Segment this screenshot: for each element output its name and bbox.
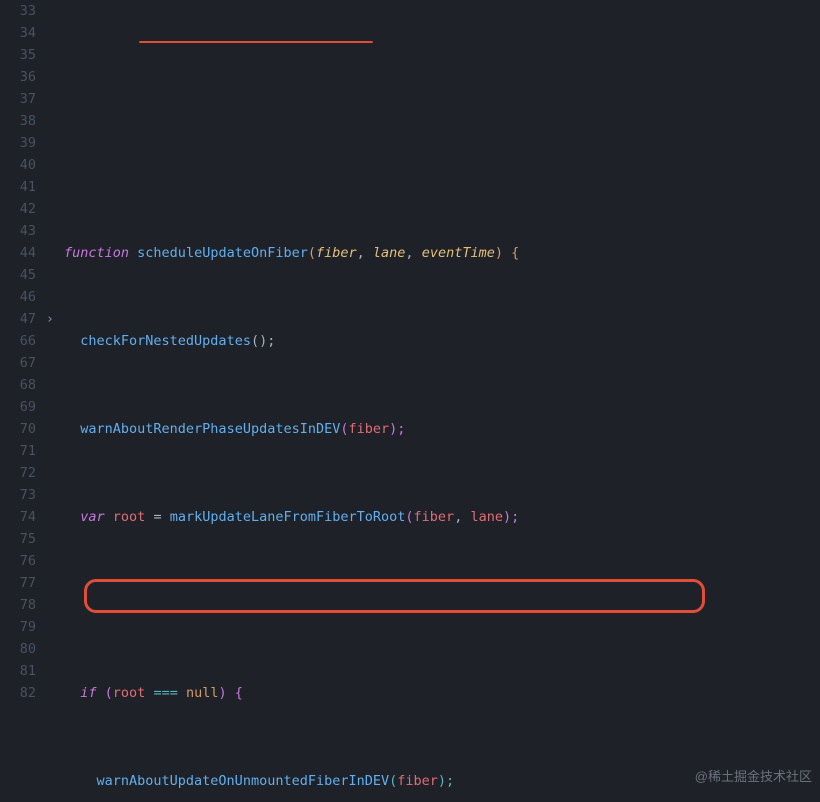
- fold-gutter[interactable]: ›: [46, 0, 64, 802]
- code-line[interactable]: checkForNestedUpdates();: [64, 330, 820, 352]
- code-editor[interactable]: 33 34 35 36 37 38 39 40 41 42 43 44 45 4…: [0, 0, 820, 802]
- code-line[interactable]: warnAboutRenderPhaseUpdatesInDEV(fiber);: [64, 418, 820, 440]
- code-area[interactable]: function scheduleUpdateOnFiber(fiber, la…: [64, 0, 820, 802]
- red-box-condition: [84, 579, 705, 613]
- code-line[interactable]: [64, 154, 820, 176]
- line-number-gutter: 33 34 35 36 37 38 39 40 41 42 43 44 45 4…: [0, 0, 46, 802]
- code-line[interactable]: function scheduleUpdateOnFiber(fiber, la…: [64, 242, 820, 264]
- code-line[interactable]: var root = markUpdateLaneFromFiberToRoot…: [64, 506, 820, 528]
- fold-chevron-icon[interactable]: ›: [46, 309, 54, 331]
- red-underline-fn: [139, 41, 373, 43]
- code-line[interactable]: if (root === null) {: [64, 682, 820, 704]
- watermark-text: @稀土掘金技术社区: [695, 766, 812, 788]
